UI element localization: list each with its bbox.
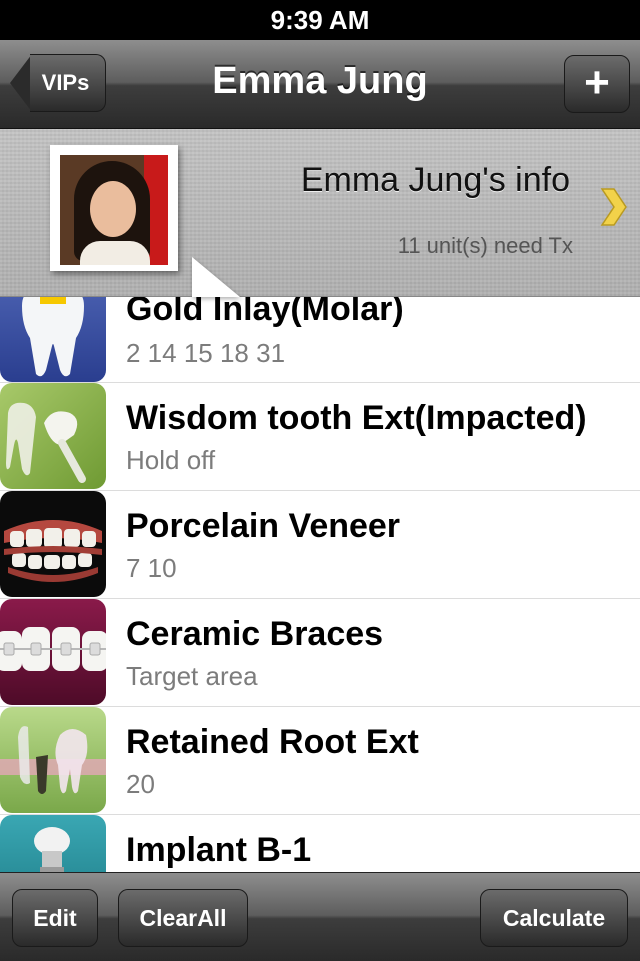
calculate-button[interactable]: Calculate (480, 889, 628, 947)
page-title: Emma Jung (212, 60, 428, 102)
implant-image (0, 815, 106, 872)
add-button[interactable]: + (564, 55, 630, 113)
patient-info-panel[interactable]: Emma Jung's info 11 unit(s) need Tx (0, 129, 640, 297)
edit-button[interactable]: Edit (12, 889, 98, 947)
gold-inlay-molar-image (0, 296, 106, 382)
list-item[interactable]: Ceramic Braces Target area (0, 599, 640, 707)
units-need-treatment: 11 unit(s) need Tx (397, 233, 573, 258)
bottom-toolbar: Edit ClearAll Calculate (0, 872, 640, 961)
treatment-title: Wisdom tooth Ext(Impacted) (126, 399, 587, 437)
treatment-detail: Target area (126, 661, 258, 691)
treatment-detail: 7 10 (126, 553, 177, 583)
treatment-detail: Hold off (126, 445, 216, 475)
list-item[interactable]: Implant B-1 (0, 815, 640, 872)
photo-callout-pointer (192, 257, 240, 297)
treatment-list: Gold Inlay(Molar) 2 14 15 18 31 Wisdom t… (0, 296, 640, 872)
treatment-title: Porcelain Veneer (126, 507, 401, 545)
back-button-label: VIPs (30, 54, 106, 112)
list-item[interactable]: Wisdom tooth Ext(Impacted) Hold off (0, 383, 640, 491)
clear-all-button[interactable]: ClearAll (118, 889, 248, 947)
list-item[interactable]: Gold Inlay(Molar) 2 14 15 18 31 (0, 296, 640, 383)
list-item[interactable]: Retained Root Ext 20 (0, 707, 640, 815)
wisdom-tooth-image (0, 383, 106, 489)
patient-photo-frame (50, 145, 178, 271)
status-bar: 9:39 AM (0, 0, 640, 40)
patient-photo (60, 155, 168, 265)
retained-root-image (0, 707, 106, 813)
back-arrow-icon (10, 54, 32, 112)
treatment-title: Gold Inlay(Molar) (126, 296, 404, 328)
porcelain-veneer-image (0, 491, 106, 597)
treatment-title: Implant B-1 (126, 831, 312, 869)
back-button-vips[interactable]: VIPs (10, 54, 106, 112)
treatment-title: Ceramic Braces (126, 615, 384, 653)
list-item[interactable]: Porcelain Veneer 7 10 (0, 491, 640, 599)
status-time: 9:39 AM (270, 5, 370, 35)
chevron-right-icon[interactable] (600, 187, 628, 227)
navigation-bar: VIPs Emma Jung + (0, 40, 640, 129)
treatment-detail: 20 (126, 769, 155, 799)
treatment-detail: 2 14 15 18 31 (126, 338, 286, 368)
info-title: Emma Jung's info (300, 161, 570, 199)
treatment-title: Retained Root Ext (126, 723, 419, 761)
ceramic-braces-image (0, 599, 106, 705)
